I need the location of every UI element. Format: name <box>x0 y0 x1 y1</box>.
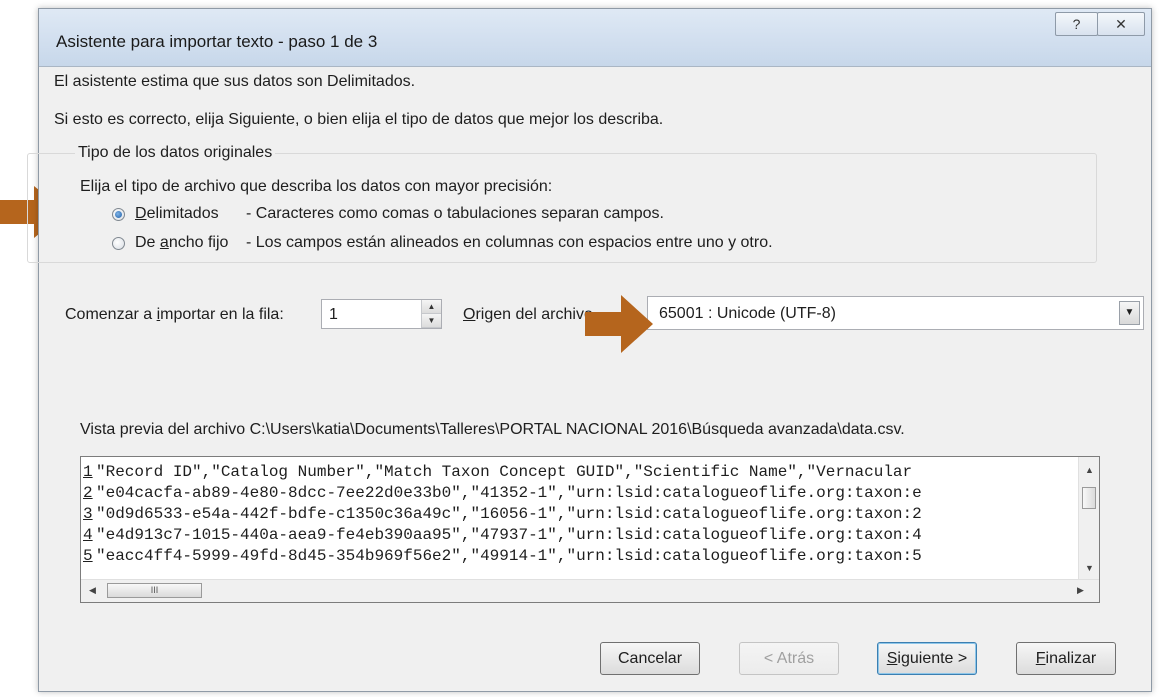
annotation-arrow-right-icon <box>585 295 653 353</box>
data-type-prompt: Elija el tipo de archivo que describa lo… <box>80 178 553 195</box>
preview-line: 4 "e4d913c7-1015-440a-aea9-fe4eb390aa95",… <box>83 526 922 544</box>
close-button[interactable]: ✕ <box>1097 12 1145 36</box>
back-button[interactable]: < Atrás <box>739 642 839 675</box>
fixed-width-radio[interactable] <box>112 237 125 250</box>
title-bar: Asistente para importar texto - paso 1 d… <box>39 9 1151 67</box>
spin-down-icon[interactable]: ▼ <box>422 314 441 328</box>
help-button[interactable]: ? <box>1055 12 1098 36</box>
origin-select[interactable]: 65001 : Unicode (UTF-8) ▼ <box>647 296 1144 330</box>
origin-value: 65001 : Unicode (UTF-8) <box>659 305 836 322</box>
help-icon: ? <box>1072 16 1081 32</box>
preview-line: 3 "0d9d6533-e54a-442f-bdfe-c1350c36a49c",… <box>83 505 922 523</box>
cancel-button[interactable]: Cancelar <box>600 642 700 675</box>
file-preview[interactable]: 1 "Record ID","Catalog Number","Match Tax… <box>80 456 1100 603</box>
finish-button[interactable]: Finalizar <box>1016 642 1116 675</box>
delimited-radio[interactable] <box>112 208 125 221</box>
vertical-scroll-thumb[interactable] <box>1082 487 1096 509</box>
delimited-label[interactable]: Delimitados <box>135 205 219 223</box>
chevron-down-icon[interactable]: ▼ <box>1119 301 1140 325</box>
scroll-down-icon[interactable]: ▼ <box>1085 563 1094 573</box>
delimited-description: - Caracteres como comas o tabulaciones s… <box>246 205 664 222</box>
data-type-legend: Tipo de los datos originales <box>75 144 276 162</box>
fixed-width-description: - Los campos están alineados en columnas… <box>246 234 773 251</box>
horizontal-scroll-thumb[interactable]: III <box>107 583 202 598</box>
intro-line-1: El asistente estima que sus datos son De… <box>54 73 416 90</box>
scroll-left-icon[interactable]: ◀ <box>89 585 96 596</box>
start-row-value[interactable]: 1 <box>329 306 338 324</box>
origin-label: Origen del archivo <box>463 306 593 323</box>
preview-caption: Vista previa del archivo C:\Users\katia\… <box>80 421 905 438</box>
dialog-title: Asistente para importar texto - paso 1 d… <box>56 32 378 51</box>
preview-vertical-scrollbar[interactable]: ▲ ▼ <box>1078 457 1099 581</box>
next-button[interactable]: Siguiente > <box>877 642 977 675</box>
intro-line-2: Si esto es correcto, elija Siguiente, o … <box>54 111 664 128</box>
preview-line: 2 "e04cacfa-ab89-4e80-8dcc-7ee22d0e33b0",… <box>83 484 922 502</box>
scroll-right-icon[interactable]: ▶ <box>1077 585 1084 596</box>
scroll-up-icon[interactable]: ▲ <box>1085 465 1094 475</box>
preview-line: 5 "eacc4ff4-5999-49fd-8d45-354b969f56e2",… <box>83 547 922 565</box>
spin-up-icon[interactable]: ▲ <box>422 300 441 314</box>
start-row-spinner[interactable]: 1 ▲ ▼ <box>321 299 442 329</box>
close-icon: ✕ <box>1115 15 1127 32</box>
preview-line: 1 "Record ID","Catalog Number","Match Tax… <box>83 463 913 481</box>
preview-horizontal-scrollbar[interactable]: ◀ III ▶ <box>81 579 1099 602</box>
start-row-label: Comenzar a importar en la fila: <box>65 306 284 323</box>
fixed-width-label[interactable]: De ancho fijo <box>135 234 228 252</box>
